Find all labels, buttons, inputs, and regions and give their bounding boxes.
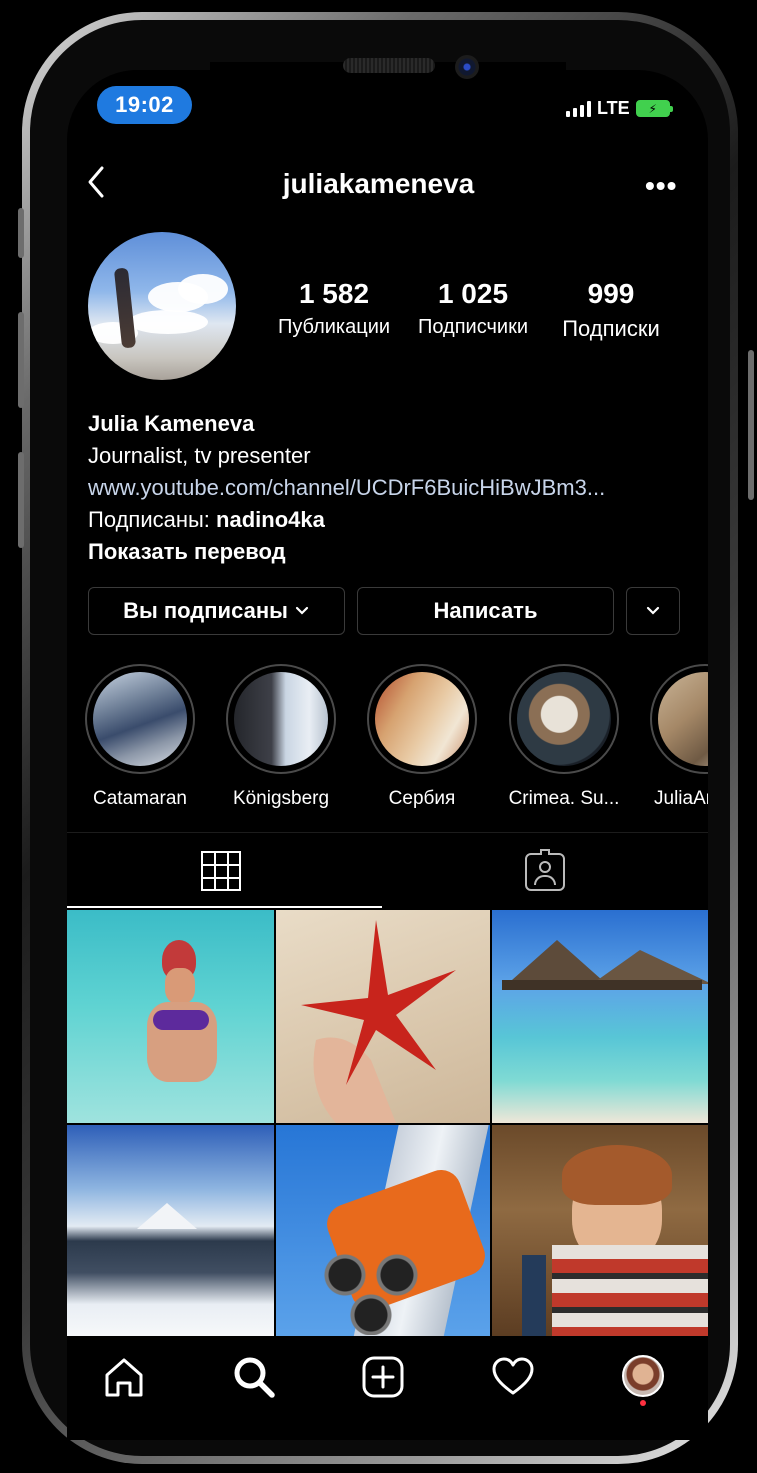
show-translation-link[interactable]: Показать перевод bbox=[88, 536, 688, 568]
highlight-crimea[interactable]: Crimea. Su... bbox=[508, 664, 620, 810]
profile-full-name: Julia Kameneva bbox=[88, 411, 255, 436]
volume-down-button bbox=[18, 452, 24, 548]
status-indicators: LTE ⚡ bbox=[566, 98, 673, 119]
power-button bbox=[748, 350, 754, 500]
profile-avatar[interactable] bbox=[88, 232, 236, 380]
cellular-signal-icon bbox=[566, 100, 591, 117]
profile-avatar-icon[interactable] bbox=[622, 1355, 664, 1397]
grid-icon[interactable] bbox=[201, 851, 241, 891]
heart-icon[interactable] bbox=[491, 1355, 535, 1399]
highlight-label: JuliaAr bbox=[654, 788, 708, 809]
search-icon[interactable] bbox=[232, 1355, 276, 1399]
mute-switch bbox=[18, 208, 24, 258]
posts-grid bbox=[67, 910, 708, 1336]
stat-followers-count: 1 025 bbox=[437, 278, 509, 309]
active-tab-indicator bbox=[67, 906, 382, 908]
stat-posts-label: Публикации bbox=[277, 316, 391, 338]
highlight-catamaran[interactable]: Catamaran bbox=[84, 664, 196, 810]
message-button-label: Написать bbox=[433, 598, 538, 623]
stat-following[interactable]: 999 Подписки bbox=[550, 278, 672, 342]
highlight-label: Сербия bbox=[388, 788, 456, 809]
more-horizontal-icon[interactable]: ••• bbox=[645, 170, 677, 202]
tabs-divider bbox=[67, 832, 708, 833]
chevron-down-icon bbox=[295, 606, 309, 615]
post-thumbnail[interactable] bbox=[67, 910, 274, 1123]
highlight-label: Crimea. Su... bbox=[508, 788, 620, 809]
tagged-person-icon[interactable] bbox=[525, 849, 565, 891]
volume-up-button bbox=[18, 312, 24, 408]
highlight-serbia[interactable]: Сербия bbox=[366, 664, 478, 810]
home-icon[interactable] bbox=[102, 1355, 146, 1399]
chevron-down-icon bbox=[646, 606, 660, 615]
post-thumbnail[interactable] bbox=[492, 1125, 708, 1336]
followed-by-line[interactable]: Подписаны: nadino4ka bbox=[88, 504, 688, 536]
earpiece-speaker bbox=[343, 58, 435, 73]
post-thumbnail[interactable] bbox=[276, 910, 490, 1123]
following-button-label: Вы подписаны bbox=[123, 598, 288, 623]
highlight-konigsberg[interactable]: Königsberg bbox=[225, 664, 337, 810]
front-camera bbox=[455, 55, 479, 79]
highlight-konigsberg-cover bbox=[234, 672, 328, 766]
profile-website-link[interactable]: www.youtube.com/channel/UCDrF6BuicHiBwJB… bbox=[88, 472, 688, 504]
post-thumbnail[interactable] bbox=[492, 910, 708, 1123]
stat-followers[interactable]: 1 025 Подписчики bbox=[408, 278, 538, 339]
highlight-serbia-cover bbox=[375, 672, 469, 766]
notification-dot bbox=[640, 1400, 646, 1406]
add-post-icon[interactable] bbox=[361, 1355, 405, 1399]
post-thumbnail[interactable] bbox=[67, 1125, 274, 1336]
highlight-crimea-cover bbox=[517, 672, 611, 766]
profile-bio: Julia Kameneva Journalist, tv presenter … bbox=[88, 408, 688, 568]
post-thumbnail[interactable] bbox=[276, 1125, 490, 1336]
message-button[interactable]: Написать bbox=[357, 587, 614, 635]
stat-following-count: 999 bbox=[587, 278, 635, 309]
highlight-juliaar-cover bbox=[658, 672, 708, 766]
followed-by-user[interactable]: nadino4ka bbox=[216, 507, 325, 532]
suggested-accounts-button[interactable] bbox=[626, 587, 680, 635]
stat-posts[interactable]: 1 582 Публикации bbox=[270, 278, 398, 339]
stat-posts-count: 1 582 bbox=[298, 278, 370, 309]
highlight-juliaar[interactable]: JuliaAr bbox=[650, 664, 708, 810]
highlight-label: Catamaran bbox=[93, 788, 187, 809]
stat-following-label: Подписки bbox=[562, 316, 660, 341]
battery-charging-icon: ⚡ bbox=[635, 100, 673, 117]
followed-by-prefix: Подписаны: bbox=[88, 507, 217, 532]
status-time[interactable]: 19:02 bbox=[97, 86, 192, 124]
highlight-label: Königsberg bbox=[232, 788, 330, 809]
stat-followers-label: Подписчики bbox=[417, 316, 529, 338]
network-type: LTE bbox=[597, 98, 630, 118]
following-button[interactable]: Вы подписаны bbox=[88, 587, 345, 635]
profile-description: Journalist, tv presenter bbox=[88, 443, 311, 468]
highlight-catamaran-cover bbox=[93, 672, 187, 766]
profile-username: juliakameneva bbox=[282, 168, 475, 199]
